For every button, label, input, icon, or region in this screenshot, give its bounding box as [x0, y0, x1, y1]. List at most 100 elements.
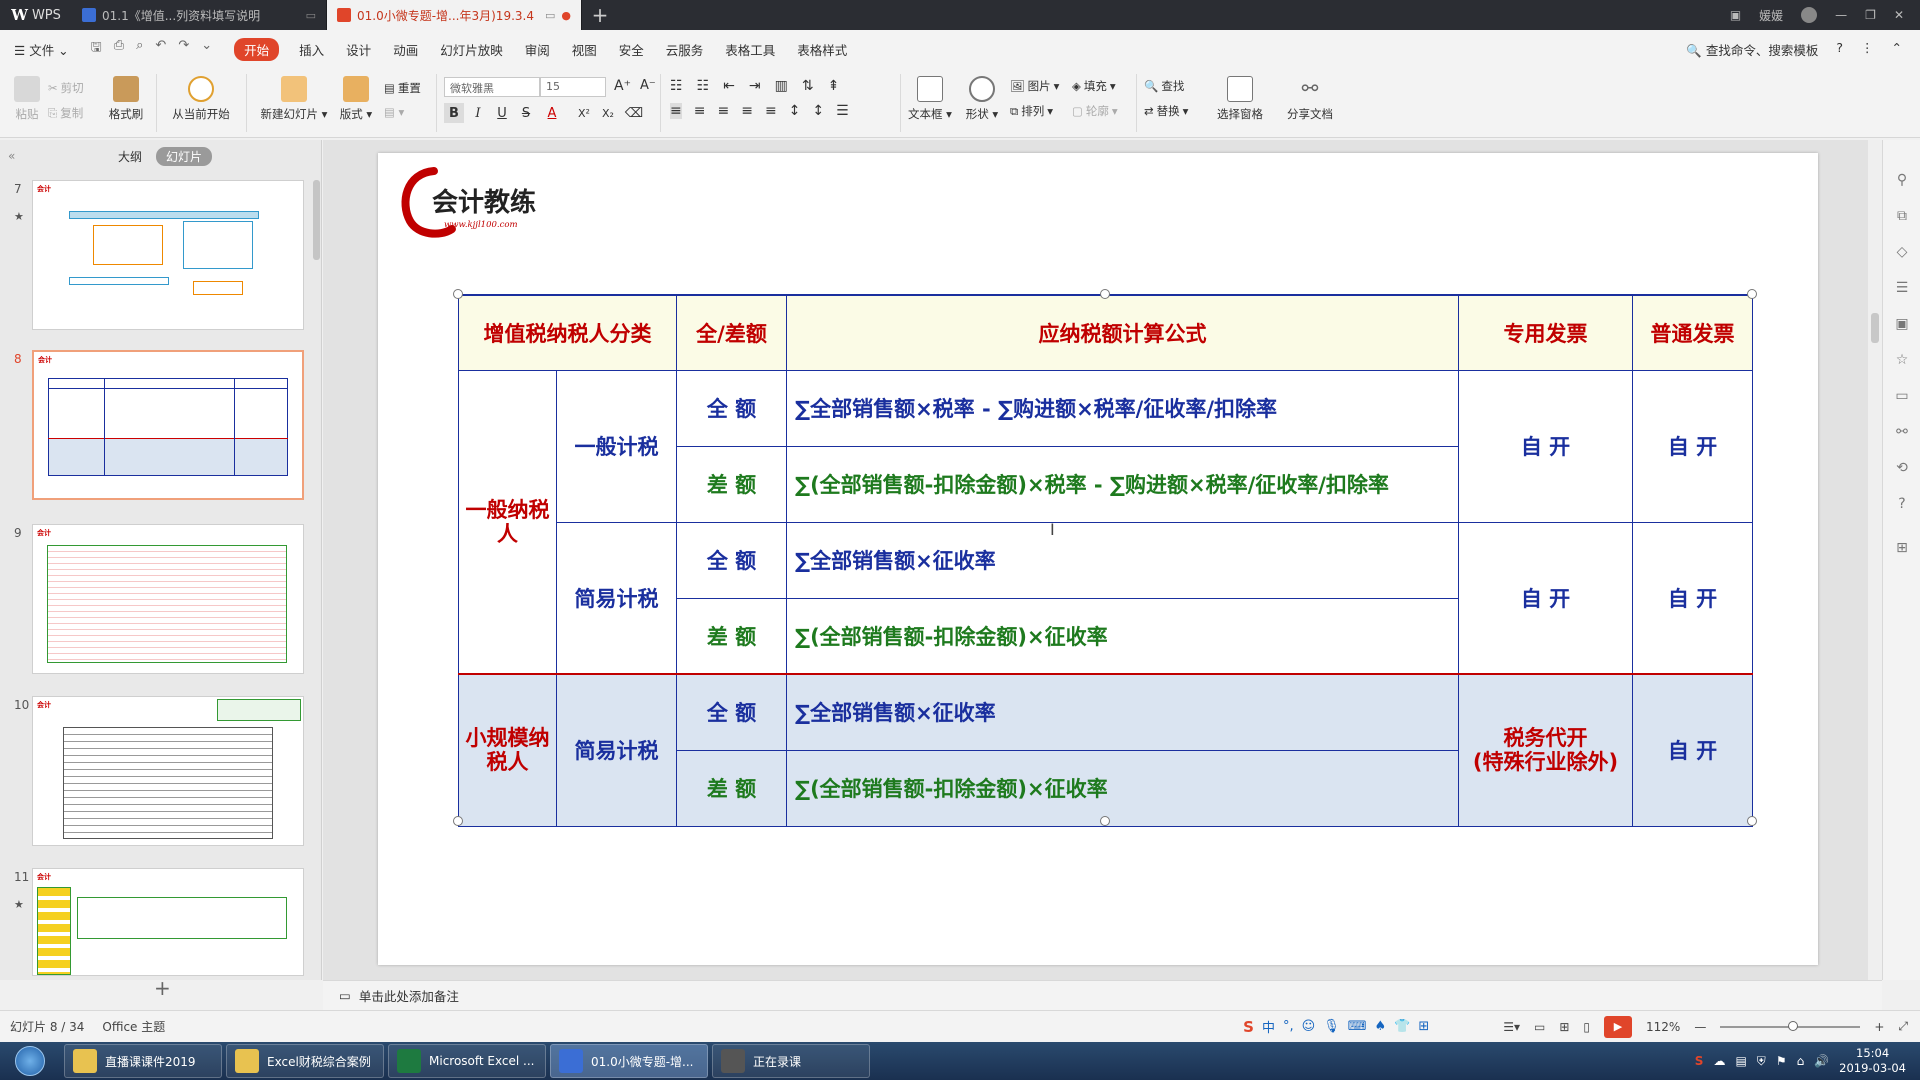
taskbar-item[interactable]: 直播课课件2019 — [64, 1044, 222, 1078]
taskbar-item-active[interactable]: 01.0小微专题-增... — [550, 1044, 708, 1078]
doc-tab-1[interactable]: 01.1《增值...列资料填写说明 ▭ — [72, 0, 327, 30]
tab-screen-icon[interactable]: ▭ — [545, 9, 555, 22]
share-button[interactable]: ⚯ 分享文档 — [1284, 76, 1336, 122]
tab-slideshow[interactable]: 幻灯片放映 — [440, 40, 503, 59]
doc-tab-2[interactable]: 01.0小微专题-增...年3月)19.3.4 ▭ ● — [327, 0, 582, 30]
slide-thumbnail-current[interactable]: 会计 — [32, 350, 304, 500]
align-right-icon[interactable]: ≡ — [717, 103, 729, 119]
customize-icon[interactable]: ⌄ — [201, 38, 212, 60]
cloud-icon[interactable]: ☁ — [1713, 1054, 1725, 1068]
columns-icon[interactable]: ▥ — [775, 78, 788, 94]
tab-table-style[interactable]: 表格样式 — [797, 40, 847, 59]
command-search[interactable]: 🔍 查找命令、搜索模板 — [1686, 40, 1818, 59]
formula-cell[interactable]: ∑(全部销售额-扣除金额)×征收率 — [786, 749, 1459, 827]
ime-punct-icon[interactable]: °, — [1283, 1019, 1294, 1034]
diff-cell[interactable]: 差 额 — [676, 597, 787, 675]
ime-menu-icon[interactable]: ⊞ — [1418, 1019, 1429, 1034]
taskbar-item[interactable]: 正在录课 — [712, 1044, 870, 1078]
wps-menu-button[interactable]: W WPS — [0, 0, 72, 30]
ime-mic-icon[interactable]: 🎙 — [1323, 1019, 1340, 1034]
vat-table[interactable]: 增值税纳税人分类 全/差额 应纳税额计算公式 专用发票 普通发票 一般纳税人 一… — [458, 294, 1753, 827]
canvas-scrollbar[interactable] — [1868, 140, 1882, 980]
resize-handle[interactable] — [453, 816, 463, 826]
reading-view-icon[interactable]: ▯ — [1583, 1020, 1590, 1034]
justify-icon[interactable]: ≡ — [741, 103, 753, 119]
print-preview-icon[interactable]: ⌕ — [136, 38, 143, 60]
collapse-panel-icon[interactable]: « — [8, 149, 15, 163]
copy-button[interactable]: ⎘ 复制 — [48, 105, 83, 121]
tab-screen-icon[interactable]: ▭ — [306, 9, 316, 22]
cut-button[interactable]: ✂ 剪切 — [48, 80, 84, 96]
underline-icon[interactable]: U — [492, 103, 512, 123]
slide[interactable]: 会计教练 www.kjjl100.com 增值税纳税人分类 全/差额 应纳税额计… — [378, 153, 1818, 965]
volume-icon[interactable]: 🔊 — [1814, 1054, 1829, 1068]
redo-icon[interactable]: ↷ — [178, 38, 189, 60]
formula-cell[interactable]: ∑(全部销售额-扣除金额)×税率 - ∑购进额×税率/征收率/扣除率 — [786, 445, 1459, 523]
simple-method-cell[interactable]: 简易计税 — [556, 673, 677, 827]
align-center-icon[interactable]: ≡ — [694, 103, 706, 119]
subscript-icon[interactable]: X₂ — [598, 103, 618, 123]
general-method-cell[interactable]: 一般计税 — [556, 369, 677, 523]
start-button[interactable] — [0, 1042, 60, 1080]
formula-cell[interactable]: ∑全部销售额×征收率 — [786, 521, 1459, 599]
notes-bar[interactable]: ▭ 单击此处添加备注 — [323, 980, 1882, 1010]
display-icon[interactable]: ▤ — [1735, 1054, 1746, 1068]
undo-icon[interactable]: ↶ — [155, 38, 166, 60]
format-painter-button[interactable]: 格式刷 — [106, 76, 146, 122]
fit-window-icon[interactable]: ⤢ — [1898, 1019, 1908, 1034]
minimize-icon[interactable]: — — [1835, 8, 1847, 22]
avatar[interactable] — [1801, 7, 1818, 23]
save-icon[interactable]: 🖫 — [91, 38, 102, 60]
resize-handle[interactable] — [1747, 816, 1757, 826]
star-icon[interactable]: ☆ — [1894, 352, 1910, 368]
resize-handle[interactable] — [1747, 289, 1757, 299]
find-button[interactable]: 🔍 查找 — [1144, 78, 1184, 94]
new-tab-button[interactable]: + — [582, 0, 618, 30]
tab-slides[interactable]: 幻灯片 — [156, 146, 213, 166]
select-pane-button[interactable]: 选择窗格 — [1214, 76, 1266, 122]
diff-cell[interactable]: 差 额 — [676, 749, 787, 827]
window-layout-icon[interactable]: ▣ — [1730, 8, 1741, 22]
arrange-button[interactable]: ⧉ 排列 ▾ — [1010, 103, 1053, 119]
formula-cell[interactable]: ∑全部销售额×税率 - ∑购进额×税率/征收率/扣除率 — [786, 369, 1459, 447]
ime-toolbar[interactable]: S 中 °, ☺ 🎙 ⌨ ♠ 👕 ⊞ — [1243, 1017, 1429, 1037]
full-cell[interactable]: 全 额 — [676, 521, 787, 599]
zoom-slider-knob[interactable] — [1788, 1020, 1799, 1031]
ordinary-invoice-cell[interactable]: 自 开 — [1632, 673, 1753, 827]
distribute-icon[interactable]: ≡ — [765, 103, 777, 119]
font-name-select[interactable]: 微软雅黑 — [444, 77, 540, 97]
more-icon[interactable]: ⋮ — [1861, 40, 1874, 59]
align-left-icon[interactable]: ≡ — [670, 103, 682, 119]
flag-icon[interactable]: ⚑ — [1776, 1054, 1787, 1068]
full-cell[interactable]: 全 额 — [676, 673, 787, 751]
help-circle-icon[interactable]: ? — [1894, 496, 1910, 512]
taskbar-item[interactable]: Microsoft Excel ... — [388, 1044, 546, 1078]
template-icon[interactable]: ▭ — [1894, 388, 1910, 404]
formula-cell[interactable]: ∑(全部销售额-扣除金额)×征收率 — [786, 597, 1459, 675]
zoom-level[interactable]: 112% — [1646, 1020, 1680, 1034]
shape-button[interactable]: 形状 ▾ — [962, 76, 1002, 122]
notes-toggle-icon[interactable]: ☰▾ — [1503, 1020, 1520, 1034]
add-slide-button[interactable]: + — [154, 976, 171, 1000]
align-text-icon[interactable]: ⇞ — [828, 78, 840, 94]
notes-placeholder[interactable]: 单击此处添加备注 — [359, 986, 459, 1005]
normal-view-icon[interactable]: ▭ — [1534, 1020, 1545, 1034]
header-cell[interactable]: 全/差额 — [676, 294, 787, 371]
shrink-font-icon[interactable]: A⁻ — [640, 78, 656, 93]
text-direction-icon[interactable]: ⇅ — [802, 78, 814, 94]
collapse-ribbon-icon[interactable]: ⌃ — [1892, 40, 1902, 59]
special-invoice-cell[interactable]: 自 开 — [1458, 369, 1633, 523]
apps-icon[interactable]: ⊞ — [1894, 540, 1910, 556]
header-cell[interactable]: 专用发票 — [1458, 294, 1633, 371]
grow-font-icon[interactable]: A⁺ — [614, 78, 631, 94]
special-invoice-cell[interactable]: 自 开 — [1458, 521, 1633, 675]
superscript-icon[interactable]: X² — [574, 103, 594, 123]
fill-button[interactable]: ◈ 填充 ▾ — [1072, 78, 1116, 94]
print-icon[interactable]: ⎙ — [114, 38, 124, 60]
general-taxpayer-cell[interactable]: 一般纳税人 — [458, 369, 557, 675]
tab-review[interactable]: 审阅 — [525, 40, 550, 59]
slideshow-play-button[interactable]: ▶ — [1604, 1015, 1633, 1038]
adjust-icon[interactable]: ☰ — [1894, 280, 1910, 296]
text-box-button[interactable]: 文本框 ▾ — [908, 76, 952, 122]
file-menu[interactable]: ☰ 文件 ⌄ — [14, 40, 69, 59]
